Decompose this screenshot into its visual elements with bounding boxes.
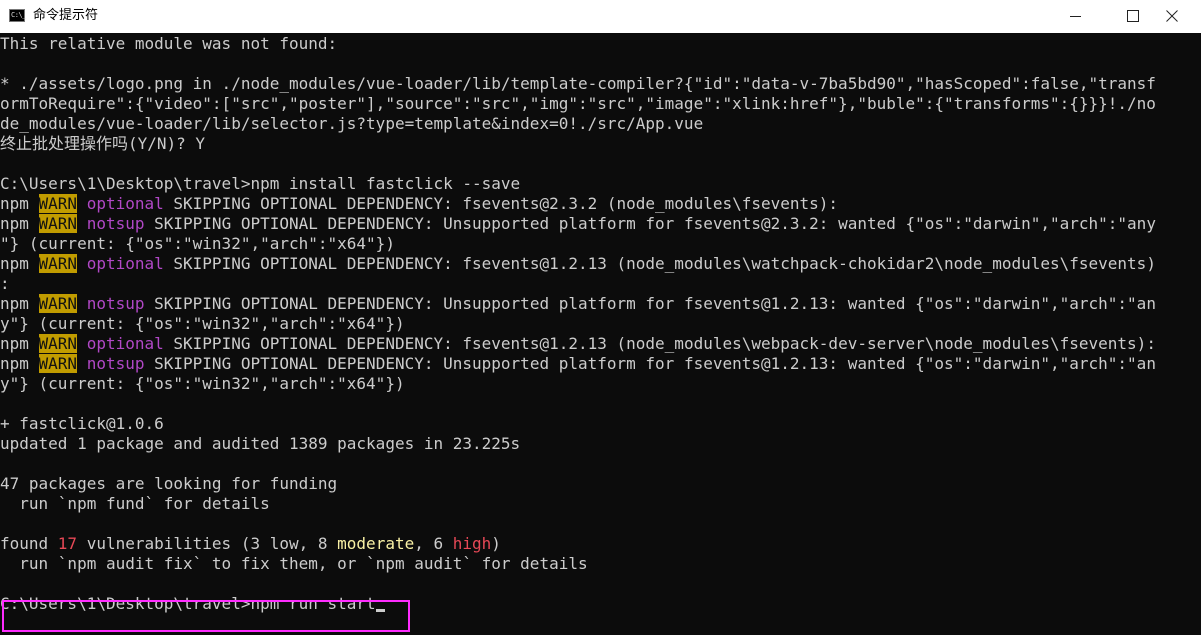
- warn-message: SKIPPING OPTIONAL DEPENDENCY: Unsupporte…: [144, 294, 1156, 313]
- vuln-text: , 6: [414, 534, 453, 553]
- console-line: This relative module was not found:: [0, 34, 338, 53]
- warn-message: SKIPPING OPTIONAL DEPENDENCY: fsevents@1…: [163, 334, 1156, 353]
- cmd-window: C:\_ 命令提示符 This relative module was not …: [0, 0, 1201, 635]
- vuln-text: vulnerabilities (3 low, 8: [77, 534, 338, 553]
- npm-prefix: npm: [0, 214, 39, 233]
- cmd-icon-glyph: C:\_: [11, 11, 26, 19]
- warn-tag: optional: [86, 254, 164, 273]
- npm-prefix: npm: [0, 294, 39, 313]
- vuln-count: 17: [57, 534, 78, 553]
- warn-message: SKIPPING OPTIONAL DEPENDENCY: Unsupporte…: [144, 214, 1156, 233]
- window-title: 命令提示符: [33, 8, 99, 23]
- console-line: 47 packages are looking for funding: [0, 474, 338, 493]
- warn-message: SKIPPING OPTIONAL DEPENDENCY: Unsupporte…: [144, 354, 1156, 373]
- warn-tag: notsup: [86, 354, 145, 373]
- console-line: ormToRequire":{"video":["src","poster"],…: [0, 94, 1156, 113]
- npm-prefix: npm: [0, 334, 39, 353]
- npm-prefix: npm: [0, 194, 39, 213]
- console-line: y"} (current: {"os":"win32","arch":"x64"…: [0, 314, 405, 333]
- warn-line: npm WARN optional SKIPPING OPTIONAL DEPE…: [0, 334, 1201, 354]
- console-line: :: [0, 274, 10, 293]
- warn-badge: WARN: [38, 254, 78, 273]
- warn-tag: notsup: [86, 294, 145, 313]
- vuln-prefix: found: [0, 534, 58, 553]
- warn-tag: optional: [86, 334, 164, 353]
- vuln-text: ): [491, 534, 501, 553]
- warn-message: SKIPPING OPTIONAL DEPENDENCY: fsevents@2…: [163, 194, 839, 213]
- warn-line: npm WARN notsup SKIPPING OPTIONAL DEPEND…: [0, 354, 1201, 374]
- warn-tag: optional: [86, 194, 164, 213]
- console-line: de_modules/vue-loader/lib/selector.js?ty…: [0, 114, 704, 133]
- highlight-annotation: [2, 600, 410, 632]
- vulnerability-summary: found 17 vulnerabilities (3 low, 8 moder…: [0, 534, 1201, 554]
- minimize-button[interactable]: [1046, 0, 1104, 33]
- close-button[interactable]: [1143, 0, 1201, 33]
- console-output[interactable]: This relative module was not found: * ./…: [0, 34, 1201, 635]
- console-line: 终止批处理操作吗(Y/N)? Y: [0, 134, 206, 153]
- close-icon: [1166, 10, 1178, 22]
- console-line: y"} (current: {"os":"win32","arch":"x64"…: [0, 374, 405, 393]
- vuln-moderate: moderate: [337, 534, 415, 553]
- console-line: * ./assets/logo.png in ./node_modules/vu…: [0, 74, 1156, 93]
- warn-tag: notsup: [86, 214, 145, 233]
- warn-message: SKIPPING OPTIONAL DEPENDENCY: fsevents@1…: [163, 254, 1156, 273]
- warn-badge: WARN: [38, 334, 78, 353]
- cmd-icon: C:\_: [9, 9, 26, 22]
- npm-prefix: npm: [0, 254, 39, 273]
- warn-line: npm WARN notsup SKIPPING OPTIONAL DEPEND…: [0, 214, 1201, 234]
- warn-line: npm WARN optional SKIPPING OPTIONAL DEPE…: [0, 254, 1201, 274]
- warn-line: npm WARN notsup SKIPPING OPTIONAL DEPEND…: [0, 294, 1201, 314]
- warn-line: npm WARN optional SKIPPING OPTIONAL DEPE…: [0, 194, 1201, 214]
- console-line: + fastclick@1.0.6: [0, 414, 164, 433]
- warn-badge: WARN: [38, 294, 78, 313]
- console-line: C:\Users\1\Desktop\travel>npm install fa…: [0, 174, 521, 193]
- title-bar[interactable]: C:\_ 命令提示符: [0, 0, 1201, 33]
- console-line: updated 1 package and audited 1389 packa…: [0, 434, 521, 453]
- console-line: "} (current: {"os":"win32","arch":"x64"}…: [0, 234, 395, 253]
- warn-badge: WARN: [38, 354, 78, 373]
- vuln-high: high: [452, 534, 492, 553]
- minimize-icon: [1070, 16, 1081, 17]
- console-line: run `npm fund` for details: [0, 494, 270, 513]
- warn-badge: WARN: [38, 214, 78, 233]
- maximize-icon: [1127, 10, 1139, 22]
- warn-badge: WARN: [38, 194, 78, 213]
- console-line: run `npm audit fix` to fix them, or `npm…: [0, 554, 588, 573]
- npm-prefix: npm: [0, 354, 39, 373]
